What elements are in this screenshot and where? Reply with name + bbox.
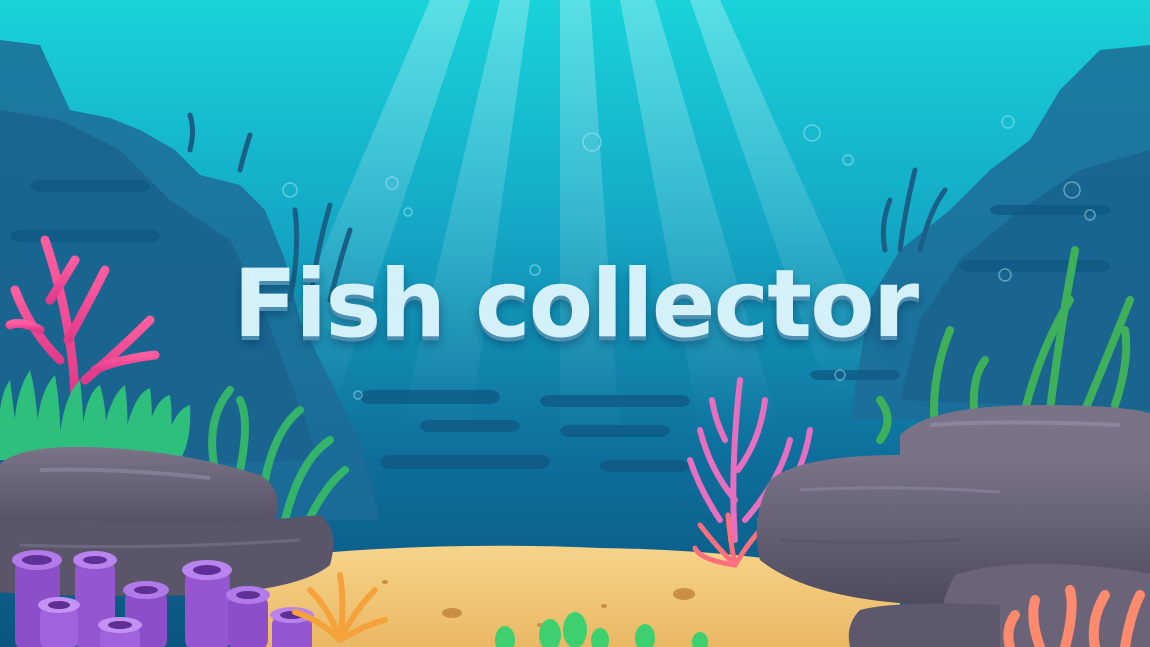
game-title: Fish collector bbox=[232, 250, 919, 359]
game-scene: Fish collector bbox=[0, 0, 1150, 647]
